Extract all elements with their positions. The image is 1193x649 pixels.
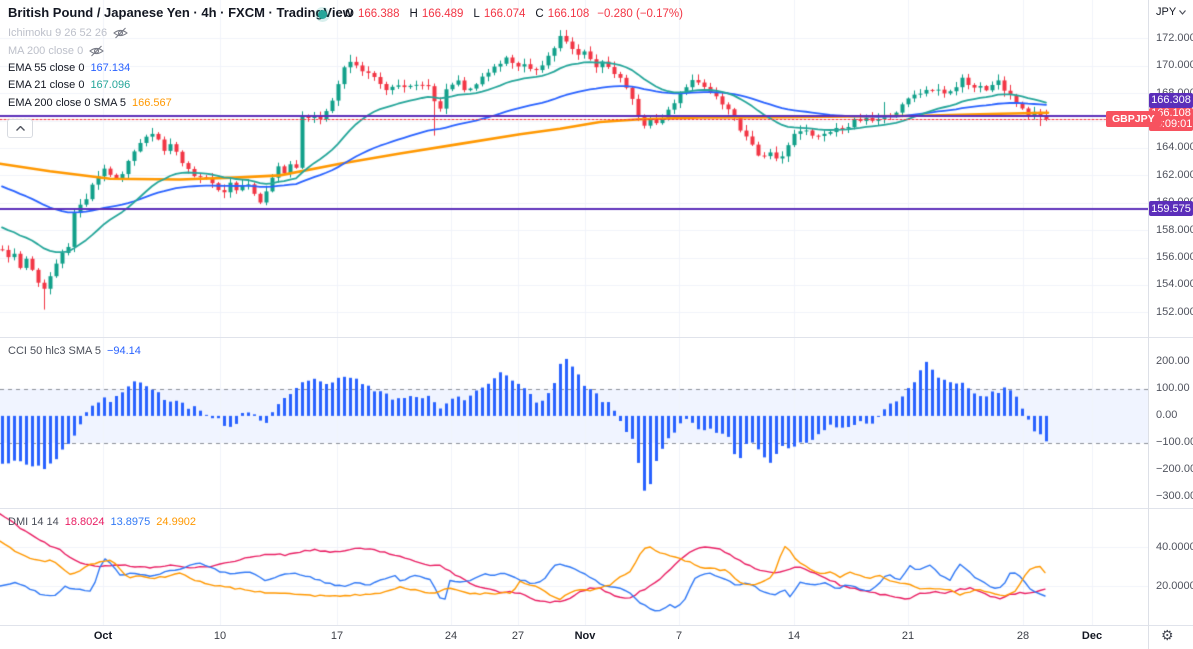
chevron-down-icon (1179, 9, 1187, 15)
dmi-di-minus-value: 18.8024 (64, 516, 105, 528)
indicator-label: EMA 55 close 0 (8, 62, 85, 74)
high-label: H (409, 8, 418, 20)
level-price-value: 166.308 (1151, 94, 1191, 107)
price-tick-label: 164.000 (1156, 141, 1193, 154)
symbol-price-tag[interactable]: GBPJPY (1106, 111, 1161, 128)
level-price-value: 159.575 (1151, 202, 1191, 215)
time-axis-separator (0, 625, 1193, 626)
indicator-label: CCI 50 hlc3 SMA 5 (8, 345, 101, 357)
dmi-di-plus-value: 13.8975 (110, 516, 151, 528)
cci-tick-label: −100.00 (1156, 436, 1193, 449)
time-axis-label: 28 (1016, 630, 1030, 642)
cci-tick-label: 0.00 (1156, 409, 1178, 422)
time-axis-label: 27 (511, 630, 525, 642)
time-axis-label: 21 (901, 630, 915, 642)
price-axis-currency[interactable]: JPY (1156, 6, 1187, 18)
legend-row-ema21[interactable]: EMA 21 close 0 167.096 (8, 77, 130, 93)
legend-row-ichimoku[interactable]: Ichimoku 9 26 52 26 (8, 25, 128, 41)
legend-row-ema200[interactable]: EMA 200 close 0 SMA 5 166.567 (8, 95, 172, 111)
cci-tick-label: −300.00 (1156, 490, 1193, 503)
close-label: C (535, 8, 544, 20)
chevron-up-icon (15, 126, 25, 131)
visibility-off-icon[interactable] (89, 45, 105, 57)
indicator-label: EMA 200 close 0 SMA 5 (8, 97, 127, 109)
time-axis-label: 10 (213, 630, 227, 642)
currency-label: JPY (1156, 6, 1177, 18)
legend-row-dmi[interactable]: DMI 14 14 18.8024 13.8975 24.9902 (8, 514, 196, 530)
time-axis-label: Dec (1081, 630, 1103, 642)
gear-icon[interactable]: ⚙ (1161, 627, 1174, 644)
cci-tick-label: −200.00 (1156, 463, 1193, 476)
indicator-label: Ichimoku 9 26 52 26 (8, 27, 108, 39)
cci-tick-label: 200.00 (1156, 355, 1190, 368)
time-axis-label: Oct (93, 630, 113, 642)
indicator-label: MA 200 close 0 (8, 45, 84, 57)
low-label: L (473, 8, 480, 20)
legend-row-ma200[interactable]: MA 200 close 0 (8, 43, 105, 59)
price-pane-canvas[interactable] (0, 0, 1148, 337)
time-axis-label: 14 (787, 630, 801, 642)
indicator-label: EMA 21 close 0 (8, 79, 85, 91)
change-value: −0.280 (−0.17%) (597, 8, 683, 20)
price-tick-label: 162.000 (1156, 168, 1193, 181)
collapse-pane-button[interactable] (7, 119, 33, 138)
low-value: 166.074 (483, 8, 526, 20)
high-value: 166.489 (421, 8, 464, 20)
cci-tick-label: 100.00 (1156, 382, 1190, 395)
time-axis-label: 17 (330, 630, 344, 642)
open-label: O (345, 8, 354, 20)
indicator-value: 167.134 (90, 62, 131, 74)
price-tick-label: 152.000 (1156, 305, 1193, 318)
legend-row-ema55[interactable]: EMA 55 close 0 167.134 (8, 60, 130, 76)
dmi-adx-value: 24.9902 (156, 516, 197, 528)
indicator-value: −94.14 (106, 345, 141, 357)
time-axis-label: 24 (444, 630, 458, 642)
level-price-badge[interactable]: 159.575 (1149, 201, 1193, 217)
pane-separator[interactable] (0, 337, 1193, 338)
level-price-badge[interactable]: 166.308 (1149, 92, 1193, 108)
open-value: 166.388 (357, 8, 400, 20)
legend-row-cci[interactable]: CCI 50 hlc3 SMA 5 −94.14 (8, 343, 141, 359)
ohlc-readout: O 166.388 H 166.489 L 166.074 C 166.108 −0.2… (345, 8, 683, 20)
market-status-dot (318, 10, 327, 19)
visibility-off-icon[interactable] (113, 27, 128, 39)
dmi-tick-label: 40.0000 (1156, 540, 1193, 553)
price-tick-label: 156.000 (1156, 251, 1193, 264)
close-value: 166.108 (547, 8, 590, 20)
pane-separator[interactable] (0, 508, 1193, 509)
indicator-label: DMI 14 14 (8, 516, 59, 528)
symbol-title[interactable]: British Pound / Japanese Yen · 4h · FXCM… (8, 5, 353, 20)
time-axis-label: 7 (675, 630, 683, 642)
price-tick-label: 158.000 (1156, 223, 1193, 236)
indicator-value: 167.096 (90, 79, 131, 91)
dmi-tick-label: 20.0000 (1156, 579, 1193, 592)
price-tick-label: 154.000 (1156, 278, 1193, 291)
indicator-value: 166.567 (132, 97, 172, 109)
price-tick-label: 170.000 (1156, 59, 1193, 72)
price-tick-label: 172.000 (1156, 31, 1193, 44)
cci-pane-canvas[interactable] (0, 337, 1148, 508)
time-axis-label: Nov (574, 630, 596, 642)
tradingview-chart-window: British Pound / Japanese Yen · 4h · FXCM… (0, 0, 1193, 649)
